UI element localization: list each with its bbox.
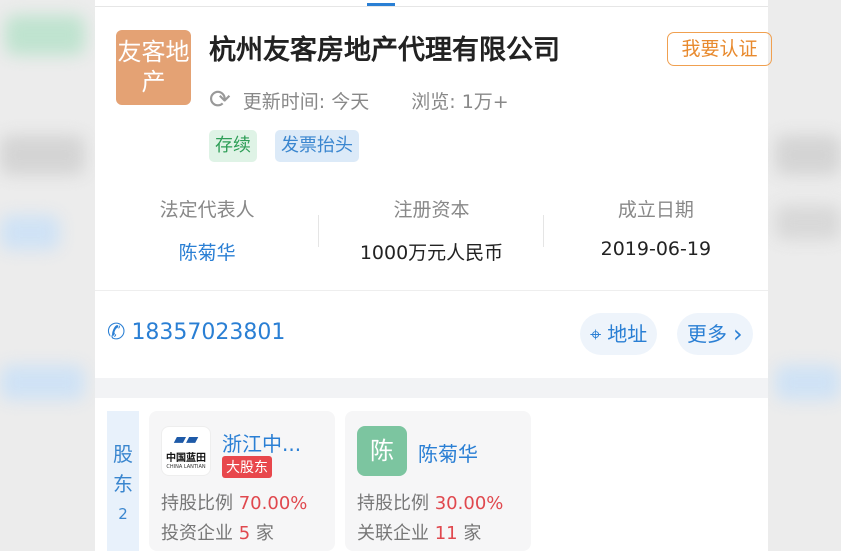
- blurred-background: [0, 215, 60, 250]
- address-button[interactable]: ⌖ 地址: [580, 313, 658, 355]
- stat-value: 2019-06-19: [600, 238, 712, 260]
- view-count: 浏览: 1万+: [411, 90, 509, 113]
- location-pin-icon: ⌖: [590, 322, 602, 346]
- shareholder-card[interactable]: 陈 陈菊华 持股比例 30.00% 关联企业 11 家: [345, 411, 531, 551]
- ratio-row: 持股比例 70.00%: [161, 493, 308, 514]
- divider: [95, 6, 768, 7]
- ratio-row: 持股比例 30.00%: [357, 493, 504, 514]
- blurred-background: [775, 135, 841, 175]
- more-label: 更多: [687, 322, 727, 346]
- status-tag: 存续: [209, 130, 257, 162]
- company-detail-panel: 友客地产 杭州友客房地产代理有限公司 我要认证 ⟳ 更新时间: 今天 浏览: 1…: [95, 0, 772, 551]
- shareholder-card[interactable]: ▰▰ 中国蓝田 CHINA LANTIAN 浙江中... 大股东 持股比例 70…: [149, 411, 335, 551]
- phone-link[interactable]: ✆ 18357023801: [107, 320, 285, 345]
- major-shareholder-badge: 大股东: [222, 456, 272, 478]
- certify-button[interactable]: 我要认证: [667, 32, 772, 66]
- phone-icon: ✆: [107, 320, 126, 345]
- shareholders-label: 股东: [113, 442, 133, 496]
- divider: [95, 290, 768, 291]
- avatar: 陈: [357, 426, 407, 476]
- blurred-background: [775, 365, 841, 400]
- meta-row: ⟳ 更新时间: 今天 浏览: 1万+: [209, 85, 509, 115]
- related-row: 投资企业 5 家: [161, 523, 274, 544]
- stats-row: 法定代表人陈菊华 注册资本 1000万元人民币 成立日期 2019-06-19: [95, 195, 768, 265]
- invoice-tag[interactable]: 发票抬头: [275, 130, 359, 162]
- section-divider: [95, 378, 768, 398]
- shareholder-name[interactable]: 陈菊华: [418, 438, 478, 467]
- address-label: 地址: [607, 322, 648, 346]
- blurred-background: [775, 205, 841, 240]
- stat-legal-rep: 法定代表人 陈菊华: [95, 195, 320, 265]
- stat-capital: 注册资本 1000万元人民币: [319, 195, 544, 265]
- company-name: 杭州友客房地产代理有限公司: [209, 35, 560, 66]
- related-row: 关联企业 11 家: [357, 523, 482, 544]
- company-logo: 友客地产: [116, 30, 191, 105]
- phone-number: 18357023801: [131, 320, 286, 345]
- shareholders-tab[interactable]: 股东 2: [107, 411, 139, 551]
- shareholders-count: 2: [118, 505, 128, 523]
- blurred-background: [0, 135, 85, 175]
- stat-label: 法定代表人: [159, 199, 255, 221]
- blurred-background: [0, 365, 85, 400]
- legal-rep-link[interactable]: 陈菊华: [95, 238, 319, 265]
- more-button[interactable]: 更多 ›: [677, 313, 753, 355]
- stat-value: 1000万元人民币: [359, 242, 504, 264]
- blurred-background: [5, 15, 85, 55]
- stat-founded: 成立日期 2019-06-19: [544, 195, 768, 265]
- logo-text: 中国蓝田: [166, 453, 206, 464]
- refresh-icon[interactable]: ⟳: [209, 85, 231, 115]
- active-tab-indicator: [367, 3, 395, 6]
- stat-label: 成立日期: [617, 199, 694, 221]
- logo-subtext: CHINA LANTIAN: [166, 464, 206, 470]
- shareholder-logo: ▰▰ 中国蓝田 CHINA LANTIAN: [161, 426, 211, 476]
- chevron-right-icon: ›: [733, 320, 743, 348]
- stat-label: 注册资本: [393, 199, 470, 221]
- update-time: 更新时间: 今天: [242, 90, 370, 113]
- shareholder-name[interactable]: 浙江中...: [222, 428, 301, 457]
